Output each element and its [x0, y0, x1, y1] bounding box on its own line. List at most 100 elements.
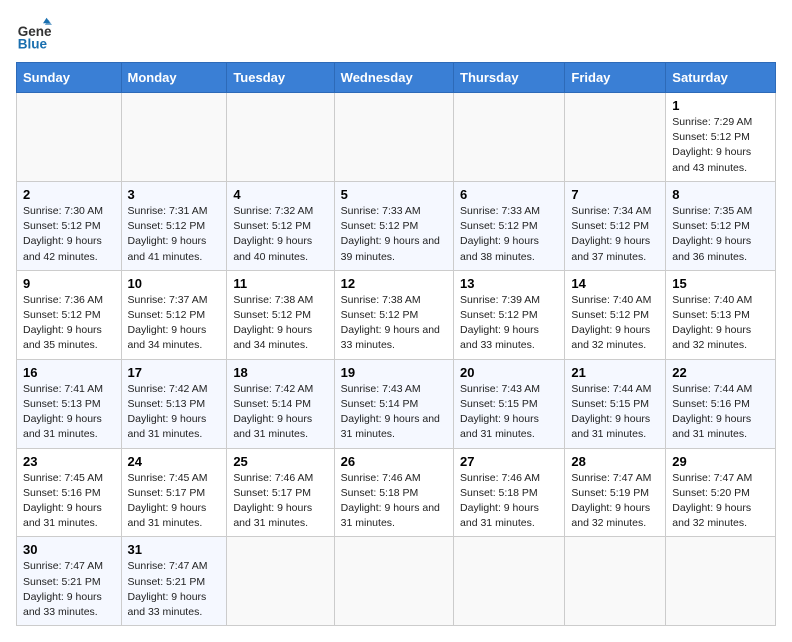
- day-number: 25: [233, 454, 327, 469]
- calendar-week-row: 2 Sunrise: 7:30 AMSunset: 5:12 PMDaylight…: [17, 181, 776, 270]
- day-info: Sunrise: 7:44 AMSunset: 5:15 PMDaylight:…: [571, 382, 659, 443]
- calendar-cell: 2 Sunrise: 7:30 AMSunset: 5:12 PMDaylight…: [17, 181, 122, 270]
- calendar-week-row: 1 Sunrise: 7:29 AMSunset: 5:12 PMDaylight…: [17, 93, 776, 182]
- day-info: Sunrise: 7:43 AMSunset: 5:14 PMDaylight:…: [341, 382, 447, 443]
- day-number: 15: [672, 276, 769, 291]
- day-info: Sunrise: 7:41 AMSunset: 5:13 PMDaylight:…: [23, 382, 115, 443]
- day-number: 21: [571, 365, 659, 380]
- day-number: 28: [571, 454, 659, 469]
- calendar-cell: 28 Sunrise: 7:47 AMSunset: 5:19 PMDayligh…: [565, 448, 666, 537]
- svg-text:Blue: Blue: [18, 36, 48, 51]
- calendar-cell: 15 Sunrise: 7:40 AMSunset: 5:13 PMDayligh…: [666, 270, 776, 359]
- calendar-week-row: 9Sunrise: 7:36 AMSunset: 5:12 PMDaylight…: [17, 270, 776, 359]
- day-info: Sunrise: 7:33 AMSunset: 5:12 PMDaylight:…: [460, 204, 558, 265]
- day-number: 17: [128, 365, 221, 380]
- calendar-cell: 14 Sunrise: 7:40 AMSunset: 5:12 PMDayligh…: [565, 270, 666, 359]
- day-number: 26: [341, 454, 447, 469]
- day-info: Sunrise: 7:30 AMSunset: 5:12 PMDaylight:…: [23, 204, 115, 265]
- day-info: Sunrise: 7:33 AMSunset: 5:12 PMDaylight:…: [341, 204, 447, 265]
- day-info: Sunrise: 7:40 AMSunset: 5:13 PMDaylight:…: [672, 293, 769, 354]
- day-info: Sunrise: 7:42 AMSunset: 5:13 PMDaylight:…: [128, 382, 221, 443]
- day-number: 14: [571, 276, 659, 291]
- calendar-cell: 23 Sunrise: 7:45 AMSunset: 5:16 PMDayligh…: [17, 448, 122, 537]
- day-info: Sunrise: 7:38 AMSunset: 5:12 PMDaylight:…: [233, 293, 327, 354]
- day-info: Sunrise: 7:32 AMSunset: 5:12 PMDaylight:…: [233, 204, 327, 265]
- day-number: 30: [23, 542, 115, 557]
- day-number: 12: [341, 276, 447, 291]
- calendar-cell: [227, 93, 334, 182]
- day-info: Sunrise: 7:47 AMSunset: 5:21 PMDaylight:…: [23, 559, 115, 620]
- calendar-cell: 25 Sunrise: 7:46 AMSunset: 5:17 PMDayligh…: [227, 448, 334, 537]
- calendar-cell: 20 Sunrise: 7:43 AMSunset: 5:15 PMDayligh…: [454, 359, 565, 448]
- calendar-cell: 18Sunrise: 7:42 AMSunset: 5:14 PMDayligh…: [227, 359, 334, 448]
- day-number: 11: [233, 276, 327, 291]
- logo-icon: General Blue: [16, 16, 52, 52]
- day-info: Sunrise: 7:45 AMSunset: 5:17 PMDaylight:…: [128, 471, 221, 532]
- day-number: 22: [672, 365, 769, 380]
- calendar-cell: 24Sunrise: 7:45 AMSunset: 5:17 PMDayligh…: [121, 448, 227, 537]
- day-info: Sunrise: 7:46 AMSunset: 5:18 PMDaylight:…: [460, 471, 558, 532]
- calendar-cell: 16Sunrise: 7:41 AMSunset: 5:13 PMDayligh…: [17, 359, 122, 448]
- day-number: 6: [460, 187, 558, 202]
- day-info: Sunrise: 7:46 AMSunset: 5:17 PMDaylight:…: [233, 471, 327, 532]
- calendar-cell: [121, 93, 227, 182]
- day-info: Sunrise: 7:43 AMSunset: 5:15 PMDaylight:…: [460, 382, 558, 443]
- weekday-header: Saturday: [666, 63, 776, 93]
- weekday-header: Monday: [121, 63, 227, 93]
- calendar-cell: 19 Sunrise: 7:43 AMSunset: 5:14 PMDayligh…: [334, 359, 453, 448]
- day-info: Sunrise: 7:47 AMSunset: 5:21 PMDaylight:…: [128, 559, 221, 620]
- day-info: Sunrise: 7:35 AMSunset: 5:12 PMDaylight:…: [672, 204, 769, 265]
- calendar-cell: [454, 537, 565, 626]
- calendar-cell: 7 Sunrise: 7:34 AMSunset: 5:12 PMDaylight…: [565, 181, 666, 270]
- calendar-cell: 26Sunrise: 7:46 AMSunset: 5:18 PMDayligh…: [334, 448, 453, 537]
- day-info: Sunrise: 7:45 AMSunset: 5:16 PMDaylight:…: [23, 471, 115, 532]
- weekday-header: Wednesday: [334, 63, 453, 93]
- calendar-week-row: 30 Sunrise: 7:47 AMSunset: 5:21 PMDayligh…: [17, 537, 776, 626]
- page-header: General Blue: [16, 16, 776, 52]
- calendar-cell: 29Sunrise: 7:47 AMSunset: 5:20 PMDayligh…: [666, 448, 776, 537]
- weekday-header: Sunday: [17, 63, 122, 93]
- day-info: Sunrise: 7:38 AMSunset: 5:12 PMDaylight:…: [341, 293, 447, 354]
- calendar-cell: [334, 93, 453, 182]
- calendar-cell: [17, 93, 122, 182]
- calendar-cell: [334, 537, 453, 626]
- day-info: Sunrise: 7:34 AMSunset: 5:12 PMDaylight:…: [571, 204, 659, 265]
- calendar-cell: 1 Sunrise: 7:29 AMSunset: 5:12 PMDaylight…: [666, 93, 776, 182]
- calendar-cell: 22Sunrise: 7:44 AMSunset: 5:16 PMDayligh…: [666, 359, 776, 448]
- day-number: 1: [672, 98, 769, 113]
- calendar-cell: 17 Sunrise: 7:42 AMSunset: 5:13 PMDayligh…: [121, 359, 227, 448]
- calendar-week-row: 23 Sunrise: 7:45 AMSunset: 5:16 PMDayligh…: [17, 448, 776, 537]
- day-number: 13: [460, 276, 558, 291]
- day-info: Sunrise: 7:29 AMSunset: 5:12 PMDaylight:…: [672, 115, 769, 176]
- day-number: 7: [571, 187, 659, 202]
- day-info: Sunrise: 7:40 AMSunset: 5:12 PMDaylight:…: [571, 293, 659, 354]
- day-number: 27: [460, 454, 558, 469]
- calendar-table: SundayMondayTuesdayWednesdayThursdayFrid…: [16, 62, 776, 626]
- calendar-cell: 3Sunrise: 7:31 AMSunset: 5:12 PMDaylight…: [121, 181, 227, 270]
- day-number: 3: [128, 187, 221, 202]
- day-number: 20: [460, 365, 558, 380]
- calendar-cell: [565, 93, 666, 182]
- day-info: Sunrise: 7:47 AMSunset: 5:19 PMDaylight:…: [571, 471, 659, 532]
- calendar-header: SundayMondayTuesdayWednesdayThursdayFrid…: [17, 63, 776, 93]
- day-number: 8: [672, 187, 769, 202]
- day-info: Sunrise: 7:42 AMSunset: 5:14 PMDaylight:…: [233, 382, 327, 443]
- calendar-cell: 31Sunrise: 7:47 AMSunset: 5:21 PMDayligh…: [121, 537, 227, 626]
- calendar-cell: [227, 537, 334, 626]
- calendar-cell: 10Sunrise: 7:37 AMSunset: 5:12 PMDayligh…: [121, 270, 227, 359]
- day-number: 10: [128, 276, 221, 291]
- calendar-week-row: 16Sunrise: 7:41 AMSunset: 5:13 PMDayligh…: [17, 359, 776, 448]
- calendar-cell: 8 Sunrise: 7:35 AMSunset: 5:12 PMDaylight…: [666, 181, 776, 270]
- day-number: 9: [23, 276, 115, 291]
- day-number: 2: [23, 187, 115, 202]
- calendar-cell: 30 Sunrise: 7:47 AMSunset: 5:21 PMDayligh…: [17, 537, 122, 626]
- calendar-cell: 5 Sunrise: 7:33 AMSunset: 5:12 PMDaylight…: [334, 181, 453, 270]
- day-number: 5: [341, 187, 447, 202]
- day-number: 19: [341, 365, 447, 380]
- calendar-cell: [454, 93, 565, 182]
- day-number: 23: [23, 454, 115, 469]
- calendar-cell: 27 Sunrise: 7:46 AMSunset: 5:18 PMDayligh…: [454, 448, 565, 537]
- calendar-cell: 4Sunrise: 7:32 AMSunset: 5:12 PMDaylight…: [227, 181, 334, 270]
- calendar-cell: [565, 537, 666, 626]
- weekday-header: Friday: [565, 63, 666, 93]
